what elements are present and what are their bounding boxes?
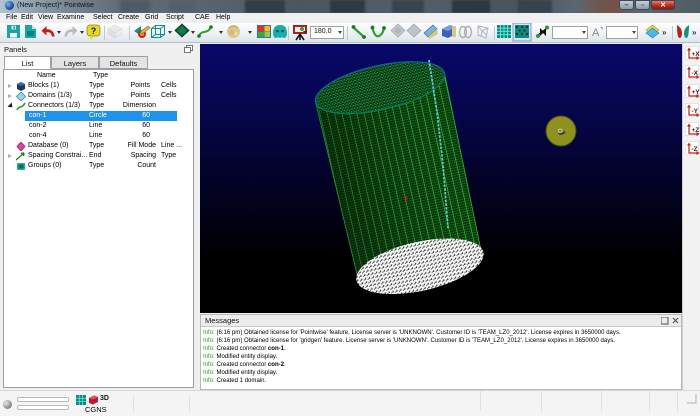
svg-text:+X: +X — [692, 51, 700, 58]
svg-text:A: A — [592, 27, 600, 39]
svg-text:-Y: -Y — [692, 108, 699, 115]
svg-text:+Z: +Z — [692, 127, 700, 134]
svg-text:»: » — [692, 28, 697, 37]
svg-text:+Y: +Y — [692, 89, 700, 96]
svg-text:?: ? — [91, 26, 97, 36]
svg-text:-Z: -Z — [692, 146, 698, 153]
svg-text:»: » — [662, 28, 667, 37]
svg-text:-X: -X — [692, 70, 699, 77]
